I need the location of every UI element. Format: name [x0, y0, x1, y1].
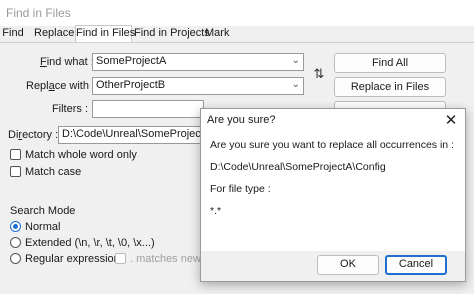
checkbox-box[interactable] [10, 149, 21, 160]
cancel-button[interactable]: Cancel [385, 255, 447, 275]
search-mode-label: Search Mode [10, 205, 76, 217]
filters-input[interactable] [92, 100, 204, 118]
dialog-title-bar: Are you sure? ✕ [201, 109, 465, 131]
radio-dot[interactable] [10, 237, 21, 248]
match-whole-word-label: Match whole word only [25, 149, 137, 161]
match-whole-word-checkbox[interactable]: Match whole word only [10, 149, 137, 161]
checkbox-box[interactable] [10, 166, 21, 177]
dialog-message: Are you sure you want to replace all occ… [210, 139, 454, 151]
find-what-combo[interactable]: SomeProjectA ⌄ [92, 53, 304, 71]
radio-dot[interactable] [10, 221, 21, 232]
radio-normal-label: Normal [25, 221, 61, 233]
dialog-body: Are you sure you want to replace all occ… [201, 131, 465, 251]
match-case-label: Match case [25, 166, 82, 178]
radio-regex[interactable]: Regular expression [10, 253, 120, 265]
dialog-file-type-value: *.* [210, 205, 222, 217]
tab-find-in-projects[interactable]: Find in Projects [134, 26, 210, 42]
find-what-value: SomeProjectA [96, 55, 167, 67]
dialog-directory: D:\Code\Unreal\SomeProjectA\Config [210, 161, 386, 173]
find-what-label: Find what : [40, 56, 94, 68]
radio-normal[interactable]: Normal [10, 221, 60, 233]
dialog-file-type-label: For file type : [210, 183, 271, 195]
tab-label: Find [2, 27, 24, 39]
match-case-checkbox[interactable]: Match case [10, 166, 81, 178]
replace-with-combo[interactable]: OtherProjectB ⌄ [92, 77, 304, 95]
radio-regex-label: Regular expression [25, 253, 120, 265]
replace-in-files-button[interactable]: Replace in Files [334, 77, 446, 97]
tab-mark[interactable]: Mark [205, 26, 229, 42]
tab-label: Replace [34, 27, 75, 39]
dialog-title: Are you sure? [207, 114, 276, 126]
find-all-button[interactable]: Find All [334, 53, 446, 73]
swap-arrows-icon[interactable]: ⇅ [309, 64, 329, 84]
dialog-footer: OK Cancel [201, 251, 465, 281]
radio-extended-label: Extended (\n, \r, \t, \0, \x...) [25, 237, 155, 249]
tab-replace[interactable]: Replace [34, 26, 75, 42]
radio-dot[interactable] [10, 253, 21, 264]
tab-find[interactable]: Find [2, 26, 24, 42]
filters-label: Filters : [51, 103, 88, 115]
chevron-down-icon[interactable]: ⌄ [292, 55, 300, 66]
tab-find-in-files[interactable]: Find in Files [75, 25, 136, 43]
radio-extended[interactable]: Extended (\n, \r, \t, \0, \x...) [10, 237, 155, 249]
replace-with-label: Replace with : [26, 80, 96, 92]
directory-input[interactable]: D:\Code\Unreal\SomeProjectA\Cor [58, 126, 204, 144]
chevron-down-icon[interactable]: ⌄ [292, 79, 300, 90]
tab-label: Find in Files [76, 27, 136, 39]
tab-label: Find in Projects [134, 27, 210, 39]
checkbox-box[interactable] [115, 253, 126, 264]
title-bar: Find in Files [0, 0, 474, 26]
directory-value: D:\Code\Unreal\SomeProjectA\Cor [62, 128, 203, 140]
confirm-dialog: Are you sure? ✕ Are you sure you want to… [200, 108, 466, 282]
window-title: Find in Files [6, 6, 71, 20]
directory-label: Directory : [8, 129, 59, 141]
close-icon[interactable]: ✕ [443, 111, 459, 129]
replace-with-value: OtherProjectB [96, 79, 166, 91]
tab-label: Mark [205, 27, 230, 39]
ok-button[interactable]: OK [317, 255, 379, 275]
